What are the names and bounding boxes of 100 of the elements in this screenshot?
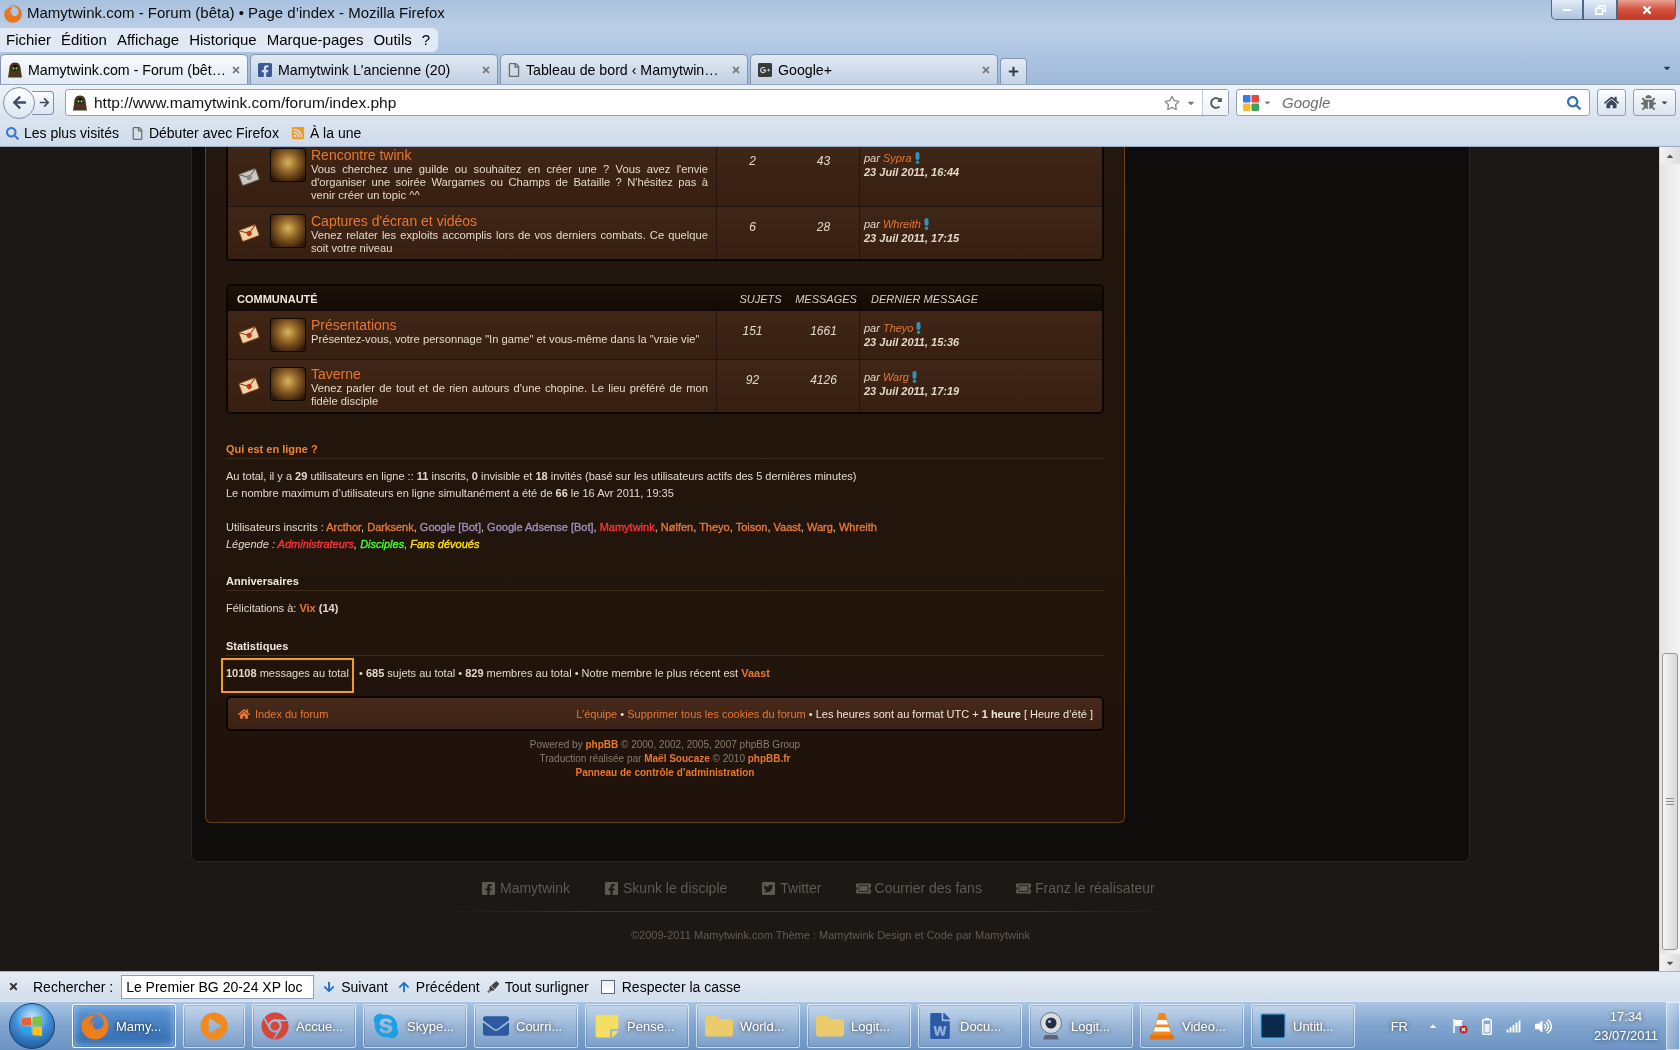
credit-link[interactable]: phpBB (585, 739, 619, 750)
browser-tab[interactable]: Google+ (750, 54, 998, 84)
group-link[interactable]: Administrateurs (277, 538, 354, 550)
author-link[interactable]: Whreith (882, 217, 921, 231)
find-button[interactable]: Tout surligner (486, 978, 589, 995)
online-summary-text: Le nombre maximum d’utilisateurs en ligne simultanément a été de 66 le 16 Avr 2011, 19:35 (226, 486, 674, 501)
close-icon (1640, 3, 1653, 16)
post-count: 28 (816, 220, 831, 234)
battery-icon[interactable] (1482, 1017, 1492, 1035)
taskbar-button[interactable]: Mamy... (72, 1004, 176, 1048)
forum-title-link[interactable]: Rencontre twink (311, 148, 412, 163)
taskbar-button[interactable] (183, 1004, 245, 1048)
menu-item[interactable]: Marque-pages (261, 29, 369, 51)
user-link[interactable]: Vix (299, 602, 316, 614)
facebook-icon (481, 880, 496, 896)
footer-link[interactable]: Supprimer tous les cookies du forum (627, 707, 806, 720)
scrollbar[interactable] (1659, 147, 1680, 971)
by-label: par (864, 321, 880, 335)
footer-info-text: L’équipe • Supprimer tous les cookies du forum • Les heures sont au format UTC + 1 heure [ Heure d’été ] (576, 707, 1093, 720)
forum-artwork (270, 367, 306, 401)
credit-link[interactable]: Maël Soucaze (644, 753, 710, 764)
exclamation-icon[interactable] (914, 152, 920, 164)
author-link[interactable]: Warg (882, 370, 909, 384)
author-link[interactable]: Sypra (882, 151, 912, 165)
section-title-link[interactable]: Qui est en ligne ? (226, 443, 318, 455)
star-icon[interactable] (1164, 94, 1180, 111)
forum-index-link[interactable]: Index du forum (238, 707, 329, 720)
forward-arrow-icon (38, 97, 50, 108)
post-date: 23 Juil 2011, 15:36 (864, 335, 960, 349)
credit-link[interactable]: phpBB.fr (747, 753, 791, 764)
online-summary-text: Au total, il y a 29 utilisateurs en ligne :: 11 inscrits, 0 invisible et 18 invités (basé sur les utilisateurs actifs des 5 dernières minutes) (226, 469, 857, 484)
home-button[interactable] (1597, 89, 1626, 116)
reload-button[interactable] (1202, 90, 1228, 115)
legend-text: Légende : Administrateurs, Disciples, Fans dévoués (226, 537, 480, 552)
menu-item[interactable]: Affichage (111, 29, 185, 51)
maximize-button[interactable] (1583, 0, 1617, 20)
find-field[interactable]: Le Premier BG 20-24 XP loc (121, 974, 315, 999)
page-icon (130, 126, 144, 140)
browser-tab[interactable]: Tableau de bord ‹ Mamytwin… (500, 54, 748, 84)
section-title: Statistiques (226, 640, 289, 652)
bookmark-item[interactable]: À la une (288, 125, 364, 141)
menu-item[interactable]: ? (416, 29, 436, 51)
menu-item[interactable]: Historique (184, 29, 262, 51)
browser-tab[interactable]: Mamytwink.com - Forum (bêt… (0, 54, 248, 84)
menu-item[interactable]: Édition (56, 29, 112, 51)
down-arrow-icon (323, 980, 336, 993)
copyright-text: ©2009-2011 Mamytwink.com Thème : Mamytwink Design et Code par Mamytwink (631, 928, 1030, 942)
find-label: Rechercher : (33, 978, 114, 995)
find-button[interactable]: Précédent (397, 978, 480, 995)
new-tab-button[interactable] (1000, 58, 1027, 84)
browser-tab[interactable]: Mamytwink L'ancienne (20) (250, 54, 498, 84)
bookmark-item[interactable]: Débuter avec Firefox (128, 125, 281, 141)
address-field[interactable]: http://www.mamytwink.com/forum/index.php (65, 89, 1229, 116)
exclamation-icon[interactable] (912, 371, 917, 383)
footer-link[interactable]: L’équipe (576, 707, 618, 720)
close-button[interactable] (1617, 0, 1676, 20)
user-link[interactable]: Warg (807, 521, 833, 533)
user-link[interactable]: Google Adsense [Bot] (487, 521, 594, 533)
search-field[interactable]: Google (1236, 89, 1590, 116)
close-icon[interactable] (8, 981, 19, 992)
forward-button[interactable] (32, 90, 54, 115)
match-case-label[interactable]: Respecter la casse (621, 978, 741, 995)
user-link[interactable]: Google [Bot] (419, 521, 481, 533)
forum-title-link[interactable]: Captures d'écran et vidéos (311, 214, 478, 229)
minimize-button[interactable] (1551, 0, 1583, 20)
addon-button[interactable] (1633, 89, 1676, 116)
webcam-icon (1038, 1012, 1064, 1040)
menu-item[interactable]: Fichier (1, 29, 56, 51)
forum-artwork (270, 318, 306, 352)
caret-icon[interactable] (1263, 98, 1272, 107)
signal-icon[interactable] (1506, 1018, 1521, 1034)
author-link[interactable]: Theyo (882, 321, 914, 335)
user-link[interactable]: Whreith (839, 521, 877, 533)
scroll-up-button[interactable] (1660, 147, 1680, 164)
find-button[interactable]: Suivant (323, 978, 388, 995)
scrollbar-thumb[interactable] (1662, 653, 1678, 950)
scroll-down-button[interactable] (1660, 954, 1680, 971)
back-button[interactable] (3, 86, 35, 119)
exclamation-icon[interactable] (916, 322, 922, 334)
play-icon (200, 1012, 228, 1040)
user-link[interactable]: Theyo (699, 521, 730, 533)
user-link[interactable]: Darksenk (367, 521, 414, 533)
search-icon[interactable] (1567, 95, 1581, 110)
start-button[interactable] (9, 1003, 55, 1049)
group-link[interactable]: Fans dévoués (410, 538, 480, 550)
forum-title-link[interactable]: Présentations (311, 318, 397, 333)
flag-icon[interactable] (1452, 1018, 1468, 1034)
user-link[interactable]: Mamytwink (599, 521, 655, 533)
match-case-checkbox[interactable] (600, 979, 615, 994)
topic-count: 92 (745, 373, 760, 387)
volume-icon[interactable] (1535, 1017, 1552, 1035)
exclamation-icon[interactable] (923, 218, 929, 230)
menu-item[interactable]: Outils (368, 29, 417, 51)
bookmark-item[interactable]: Les plus visités (4, 125, 121, 141)
user-link[interactable]: Arcthor (326, 521, 362, 533)
user-link[interactable]: Vaast (773, 521, 801, 533)
square-tile-icon (1260, 1013, 1286, 1039)
forum-title-link[interactable]: Taverne (311, 367, 361, 382)
user-link[interactable]: Vaast (741, 667, 770, 679)
credit-link[interactable]: Panneau de contrôle d’administration (575, 767, 755, 778)
